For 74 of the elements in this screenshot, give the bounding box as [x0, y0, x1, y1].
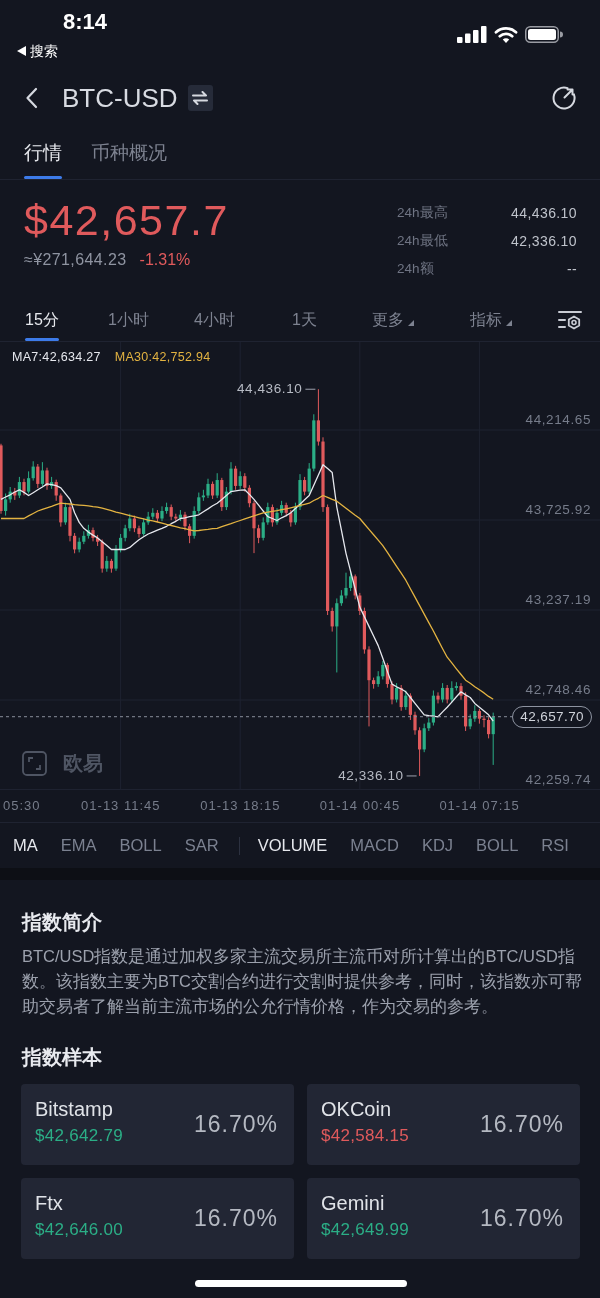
- last-price-tag: 42,657.70: [512, 705, 592, 728]
- timeframe-tab[interactable]: 指标: [470, 298, 512, 341]
- y-axis-label: 42,259.74: [525, 771, 591, 788]
- signal-icon: [457, 26, 487, 43]
- exchange-name: Ftx: [35, 1191, 64, 1216]
- stat-value: 44,436.10: [511, 203, 577, 223]
- index-weight: 16.70%: [194, 1204, 278, 1234]
- wifi-icon: [494, 26, 518, 43]
- x-axis-label: 01-14 07:15: [439, 797, 520, 814]
- chart-settings-icon[interactable]: [558, 309, 582, 330]
- stat-label: 24h最高: [397, 203, 448, 222]
- watermark-text: 欧易: [63, 751, 103, 776]
- exchange-price: $42,646.00: [35, 1219, 124, 1241]
- indicator-tab[interactable]: BOLL: [119, 833, 162, 858]
- price-marker-label: 42,336.10: [338, 766, 404, 785]
- exchange-price: $42,584.15: [321, 1125, 410, 1147]
- x-axis-label: 01-13 11:45: [81, 797, 161, 814]
- index-weight: 16.70%: [480, 1204, 564, 1234]
- frame-corners-icon: [22, 750, 47, 776]
- tab[interactable]: 行情: [24, 125, 62, 179]
- indicator-tab[interactable]: EMA: [60, 833, 97, 858]
- cny-price: ≈¥271,644.23: [24, 250, 127, 270]
- tab[interactable]: 币种概况: [91, 125, 167, 179]
- dropdown-triangle-icon: [408, 320, 414, 326]
- exchange-price: $42,642.79: [35, 1125, 124, 1147]
- stat-value: --: [566, 259, 577, 279]
- section-title: 指数样本: [22, 1045, 103, 1070]
- stat-value: 42,336.10: [511, 231, 577, 251]
- timeframe-tab[interactable]: 1小时: [108, 298, 149, 341]
- back-icon[interactable]: [25, 86, 38, 109]
- intro-paragraph: BTC/USD指数是通过加权多家主流交易所主流币对所计算出的BTC/USD指数。该指数主要为BTC交割合约进行交割时提供参考，同时，该指数亦可帮助交易者了解当前主流市场的公允行情价格，作为交易的参考。: [22, 946, 582, 1017]
- x-axis-label: 01-14 00:45: [319, 797, 401, 814]
- y-axis-label: 44,214.65: [525, 411, 591, 428]
- exchange-price: $42,649.99: [321, 1219, 410, 1241]
- timeframe-tab[interactable]: 4小时: [194, 298, 235, 341]
- indicator-tab[interactable]: MA: [13, 833, 38, 858]
- pair-title: BTC-USD: [62, 81, 178, 114]
- timeframe-tab[interactable]: 更多: [372, 298, 414, 341]
- indicator-tab[interactable]: SAR: [184, 833, 219, 858]
- x-axis-label: 05:30: [3, 797, 41, 814]
- exchange-name: Gemini: [321, 1191, 386, 1216]
- refresh-icon[interactable]: [551, 84, 577, 111]
- y-axis-label: 43,725.92: [525, 501, 591, 518]
- index-weight: 16.70%: [194, 1110, 278, 1140]
- battery-icon: [525, 26, 563, 43]
- indicator-tab[interactable]: BOLL: [476, 833, 519, 858]
- y-axis-label: 42,748.46: [525, 681, 591, 698]
- index-weight: 16.70%: [480, 1110, 564, 1140]
- status-time: 8:14: [63, 9, 108, 35]
- timeframe-tab[interactable]: 1天: [292, 298, 317, 341]
- y-axis-label: 43,237.19: [525, 591, 591, 608]
- stat-label: 24h最低: [397, 231, 448, 250]
- timeframe-tab[interactable]: 15分: [25, 298, 59, 341]
- swap-button[interactable]: [187, 84, 213, 111]
- dropdown-triangle-icon: [506, 320, 512, 326]
- swap-arrows-icon: [192, 90, 209, 105]
- last-price: $42,657.7: [24, 195, 229, 245]
- back-triangle-icon: [17, 46, 26, 56]
- x-axis-label: 01-13 18:15: [200, 797, 281, 814]
- indicator-tab[interactable]: RSI: [541, 833, 569, 858]
- leader-line: [406, 775, 418, 777]
- ma-legend-text: MA7:42,634.27: [12, 349, 101, 365]
- exchange-name: Bitstamp: [35, 1097, 114, 1122]
- indicator-tab[interactable]: VOLUME: [257, 833, 328, 858]
- price-marker-label: 44,436.10: [236, 380, 303, 399]
- leader-line: [304, 388, 316, 390]
- indicator-tab[interactable]: KDJ: [421, 833, 454, 858]
- back-to-app-link[interactable]: 搜索: [17, 42, 58, 60]
- section-title: 指数简介: [22, 910, 103, 935]
- indicator-tab[interactable]: MACD: [350, 833, 399, 858]
- exchange-name: OKCoin: [321, 1097, 393, 1122]
- stat-label: 24h额: [397, 259, 434, 278]
- price-change: -1.31%: [139, 250, 191, 270]
- ma-legend-text: MA30:42,752.94: [114, 349, 211, 365]
